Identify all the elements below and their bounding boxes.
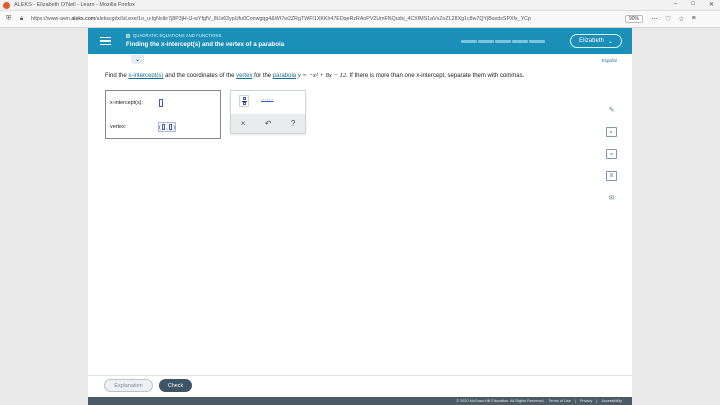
- browser-toolbar: ⋯ ♡ ☆ ≡: [651, 15, 696, 23]
- equation: y = −x² + 8x − 12: [297, 72, 347, 79]
- topic-label: QUADRATIC EQUATIONS AND FUNCTIONS: [126, 33, 222, 38]
- side-toolbar: ✎ ▸ ⌗ ≣ ✉: [606, 105, 617, 203]
- topic-ring-icon: [126, 33, 130, 38]
- footer-divider: |: [574, 399, 576, 403]
- chevron-down-icon: ⌄: [607, 38, 613, 45]
- help-button[interactable]: ?: [291, 119, 295, 128]
- language-link[interactable]: Español: [602, 58, 617, 63]
- pencil-off-icon[interactable]: ✎: [606, 105, 617, 115]
- lock-icon[interactable]: 🔒︎: [20, 16, 28, 23]
- page-footer: © 2020 McGraw-Hill Education. All Rights…: [88, 397, 632, 405]
- question-part: and the coordinates of the: [163, 73, 237, 79]
- fraction-denominator-icon: [242, 102, 246, 106]
- check-button[interactable]: Check: [159, 379, 192, 392]
- progress-segment: [495, 40, 511, 43]
- question-part: . If there is more than one x-intercept,…: [346, 73, 525, 79]
- vertex-label: vertex:: [110, 124, 127, 130]
- hamburger-menu-icon[interactable]: [100, 37, 111, 45]
- progress-segment: [529, 40, 545, 43]
- url-bar[interactable]: https://www-awn.aleks.com/alekscgi/x/Isl…: [31, 16, 621, 22]
- chevron-down-icon: ⌄: [134, 57, 141, 63]
- action-bar: Explanation Check: [88, 375, 632, 397]
- vertex-input[interactable]: (,): [158, 122, 176, 132]
- ebook-icon[interactable]: ≣: [606, 171, 617, 181]
- lesson-title: Finding the x-intercept(s) and the verte…: [126, 41, 285, 48]
- bookmark-star-icon[interactable]: ☆: [678, 15, 684, 23]
- mail-icon[interactable]: ✉: [606, 193, 617, 203]
- pocket-icon[interactable]: ♡: [665, 15, 671, 23]
- close-window-button[interactable]: ✕: [709, 1, 714, 8]
- question-part: Find the: [105, 73, 129, 79]
- palette-actions: × ↶ ?: [231, 114, 305, 133]
- progress-segment: [512, 40, 528, 43]
- accessibility-link[interactable]: Accessibility: [601, 399, 622, 403]
- math-palette: …,… × ↶ ?: [230, 90, 306, 134]
- lesson-header: QUADRATIC EQUATIONS AND FUNCTIONS Findin…: [88, 28, 632, 54]
- fraction-bar-icon: [241, 100, 247, 102]
- x-intercepts-label: x-intercept(s):: [110, 100, 143, 106]
- user-menu-button[interactable]: Elizabeth ⌄: [570, 34, 622, 48]
- zoom-level[interactable]: 90%: [625, 15, 644, 23]
- x-intercepts-link[interactable]: x-intercept(s): [128, 73, 163, 79]
- explanation-button[interactable]: Explanation: [104, 379, 153, 392]
- fraction-numerator-icon: [242, 96, 246, 100]
- menu-icon[interactable]: ≡: [692, 15, 696, 23]
- vertex-x-slot[interactable]: [162, 124, 166, 130]
- aleks-page: QUADRATIC EQUATIONS AND FUNCTIONS Findin…: [88, 28, 632, 405]
- user-name: Elizabeth: [579, 38, 604, 44]
- parabola-link[interactable]: parabola: [273, 73, 296, 79]
- topic-text: QUADRATIC EQUATIONS AND FUNCTIONS: [133, 33, 222, 38]
- calculator-icon[interactable]: ⌗: [606, 149, 617, 159]
- window-controls: – □ ✕: [674, 1, 714, 8]
- fraction-button[interactable]: [239, 95, 249, 107]
- terms-link[interactable]: Terms of Use: [548, 399, 570, 403]
- url-domain: aleks.com: [71, 16, 96, 22]
- undo-button[interactable]: ↶: [265, 119, 272, 128]
- url-prefix: https://www-awn.: [31, 16, 72, 22]
- answer-box: x-intercept(s): vertex: (,): [105, 90, 221, 139]
- vertex-y-slot[interactable]: [168, 124, 172, 130]
- window-titlebar: ALEKS - Elizabeth O'Neil - Learn - Mozil…: [0, 0, 720, 11]
- progress-segment: [461, 40, 477, 43]
- more-actions-icon[interactable]: ⋯: [651, 15, 658, 23]
- shield-icon[interactable]: ⛨: [6, 15, 14, 23]
- list-button[interactable]: …,…: [261, 96, 274, 102]
- privacy-link[interactable]: Privacy: [580, 399, 592, 403]
- clear-button[interactable]: ×: [241, 119, 246, 128]
- copyright-text: © 2020 McGraw-Hill Education. All Rights…: [456, 399, 545, 403]
- question-part: for the: [252, 73, 273, 79]
- progress-segment: [478, 40, 494, 43]
- progress-bar: [461, 40, 545, 43]
- minimize-button[interactable]: –: [674, 1, 677, 8]
- question-text: Find the x-intercept(s) and the coordina…: [105, 72, 524, 79]
- firefox-icon: [3, 1, 10, 9]
- url-path: /alekscgi/x/Isl.exe/1o_u-IgNslkr7j8P3jH-…: [95, 16, 531, 22]
- video-icon[interactable]: ▸: [606, 127, 617, 137]
- x-intercepts-input[interactable]: [159, 99, 163, 107]
- window-title: ALEKS - Elizabeth O'Neil - Learn - Mozil…: [14, 2, 135, 8]
- browser-navbar: ⛨ 🔒︎ https://www-awn.aleks.com/alekscgi/…: [0, 11, 720, 28]
- collapse-header-button[interactable]: ⌄: [131, 55, 144, 64]
- vertex-link[interactable]: vertex: [236, 73, 252, 79]
- maximize-button[interactable]: □: [691, 1, 695, 8]
- footer-divider: |: [596, 399, 598, 403]
